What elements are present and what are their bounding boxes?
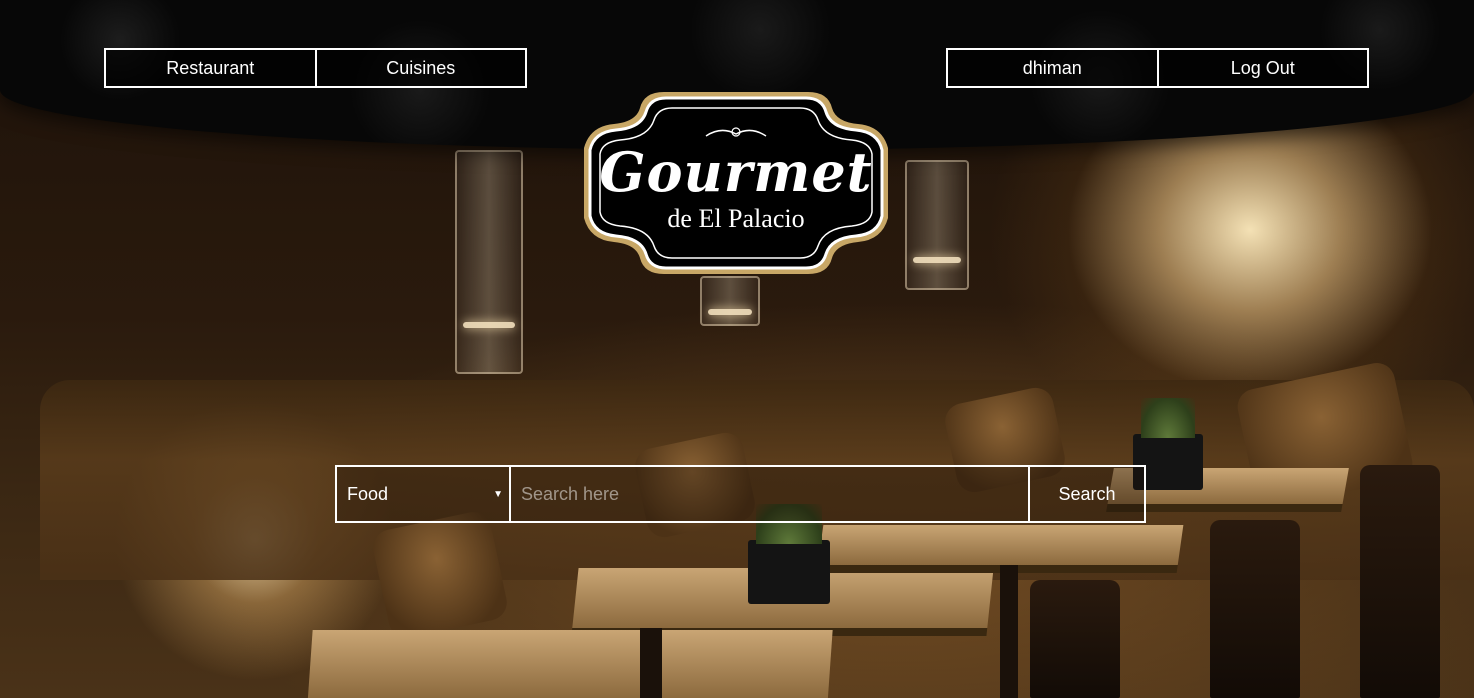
chair <box>1210 520 1300 698</box>
table <box>307 630 833 698</box>
table-leg <box>640 628 662 698</box>
chair <box>1360 465 1440 698</box>
table-leg <box>1000 565 1018 698</box>
logo-subtitle: de El Palacio <box>667 204 805 233</box>
search-button[interactable]: Search <box>1028 467 1144 521</box>
site-logo[interactable]: Gourmet de El Palacio <box>566 78 906 288</box>
logout-button[interactable]: Log Out <box>1156 50 1367 86</box>
category-select[interactable]: Food ▼ <box>337 467 511 521</box>
cuisines-nav-button[interactable]: Cuisines <box>314 50 525 86</box>
chair <box>1030 580 1120 698</box>
category-select-value: Food <box>347 483 389 504</box>
chevron-down-icon: ▼ <box>493 488 503 500</box>
plant-pot <box>748 504 830 604</box>
nav-left: Restaurant Cuisines <box>104 48 527 88</box>
page: Restaurant Cuisines dhiman Log Out Gourm… <box>0 0 1474 698</box>
cushion <box>369 508 511 642</box>
logo-title: Gourmet <box>599 140 873 204</box>
pendant-lamp <box>905 160 969 290</box>
pendant-lamp <box>455 150 523 374</box>
nav-right: dhiman Log Out <box>946 48 1369 88</box>
search-bar: Food ▼ Search <box>335 465 1146 523</box>
restaurant-nav-button[interactable]: Restaurant <box>106 50 315 86</box>
user-profile-button[interactable]: dhiman <box>948 50 1157 86</box>
search-input[interactable] <box>511 467 1028 521</box>
